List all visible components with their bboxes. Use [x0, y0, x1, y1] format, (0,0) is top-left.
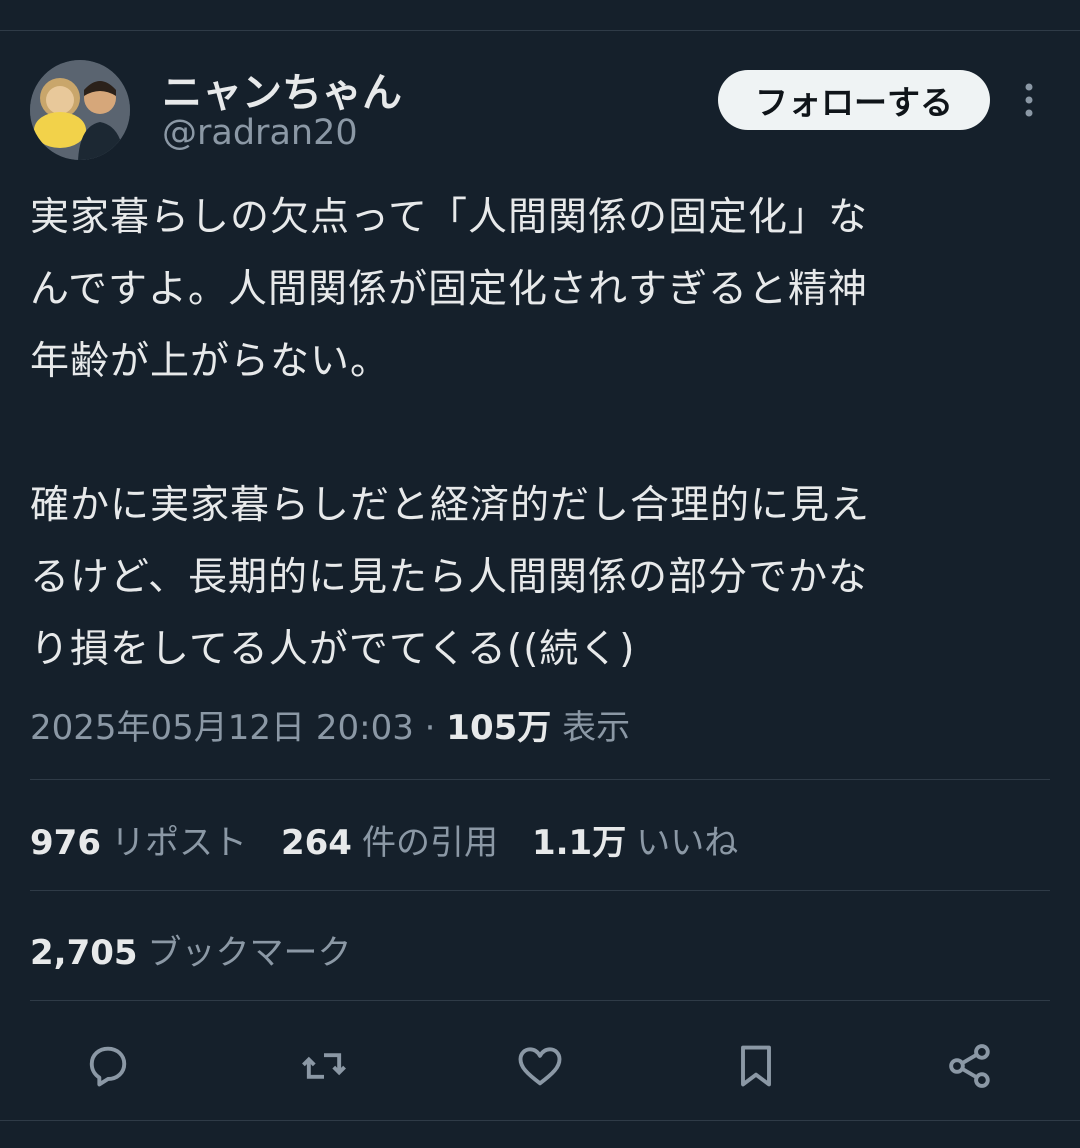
- bookmark-label: ブックマーク: [147, 933, 352, 973]
- repost-count: 976: [30, 823, 101, 863]
- avatar[interactable]: [30, 60, 130, 160]
- repost-button[interactable]: [296, 1038, 352, 1094]
- share-button[interactable]: [942, 1038, 998, 1094]
- like-count: 1.1万: [531, 823, 627, 863]
- action-bar: [0, 1030, 1080, 1096]
- tweet-timestamp[interactable]: 2025年05月12日 20:03: [30, 708, 414, 748]
- bookmark-stats: 2,705 ブックマーク: [30, 925, 386, 974]
- repost-stat[interactable]: 976 リポスト: [30, 815, 247, 864]
- divider: [30, 779, 1050, 780]
- bookmark-count: 2,705: [30, 933, 138, 973]
- tweet-text: 実家暮らしの欠点って「人間関係の固定化」な んですよ。人間関係が固定化されすぎる…: [30, 182, 1050, 686]
- share-icon: [949, 1044, 990, 1088]
- divider: [30, 890, 1050, 891]
- more-vertical-icon: [1025, 83, 1033, 117]
- user-handle[interactable]: @radran20: [162, 113, 358, 153]
- top-divider: [0, 0, 1080, 31]
- follow-button[interactable]: フォローする: [718, 70, 990, 130]
- tweet-paragraph: 実家暮らしの欠点って「人間関係の固定化」な んですよ。人間関係が固定化されすぎる…: [30, 195, 869, 384]
- engagement-stats: 976 リポスト 264 件の引用 1.1万 いいね: [30, 815, 772, 864]
- quote-count: 264: [280, 823, 352, 863]
- like-icon: [518, 1047, 562, 1086]
- quote-stat[interactable]: 264 件の引用: [281, 815, 498, 864]
- bottom-divider: [0, 1120, 1080, 1121]
- quote-label: 件の引用: [361, 823, 498, 863]
- tweet-paragraph: 確かに実家暮らしだと経済的だし合理的に見え るけど、長期的に見たら人間関係の部分…: [30, 483, 871, 672]
- divider: [30, 1000, 1050, 1001]
- bookmark-button[interactable]: [728, 1038, 784, 1094]
- view-label: 表示: [562, 708, 631, 748]
- view-count: 105万: [446, 708, 552, 748]
- bookmark-stat[interactable]: 2,705 ブックマーク: [30, 925, 352, 974]
- meta-separator: ·: [424, 708, 436, 748]
- like-label: いいね: [636, 823, 739, 863]
- reply-button[interactable]: [80, 1038, 136, 1094]
- repost-label: リポスト: [110, 823, 247, 863]
- reply-icon: [89, 1046, 127, 1087]
- display-name[interactable]: ニャンちゃん: [162, 60, 402, 118]
- profile-photo-icon: [30, 60, 130, 160]
- like-stat[interactable]: 1.1万 いいね: [532, 815, 738, 864]
- bookmark-icon: [741, 1045, 771, 1087]
- like-button[interactable]: [512, 1038, 568, 1094]
- repost-icon: [302, 1053, 346, 1079]
- more-options-button[interactable]: [1014, 80, 1044, 120]
- tweet-meta: 2025年05月12日 20:03 · 105万 表示: [30, 700, 630, 749]
